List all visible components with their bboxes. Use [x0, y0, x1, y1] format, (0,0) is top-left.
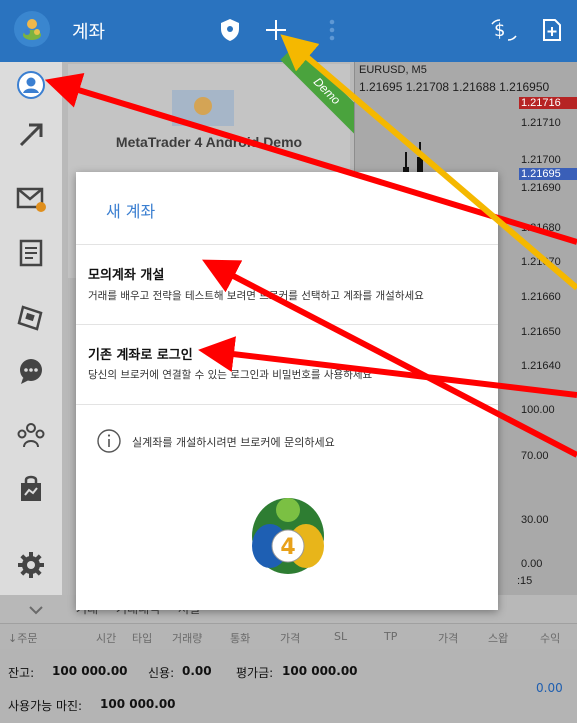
sidebar-item-market[interactable] — [0, 466, 62, 516]
divider — [76, 404, 498, 405]
profit-value: 0.00 — [536, 681, 563, 695]
price-tag: 0.00 — [521, 558, 543, 570]
sidebar-item-account[interactable] — [0, 62, 62, 112]
column-header: 가격 — [280, 632, 301, 645]
equity-label: 평가금: — [236, 666, 274, 680]
balance-label: 잔고: — [8, 666, 35, 680]
trade-table-header: ↓주문 시간 타입 거래량 통화 가격 SL TP 가격 스왑 수익 — [0, 623, 577, 650]
info-icon — [96, 428, 122, 458]
dialog-title: 새 계좌 — [106, 202, 156, 221]
chat-icon — [17, 357, 45, 389]
price-tag: 1.21660 — [521, 291, 561, 303]
column-header: 시간 — [96, 632, 117, 645]
column-header: SL — [334, 630, 348, 643]
price-tag: 1.21640 — [521, 360, 561, 372]
mail-icon — [16, 186, 46, 216]
sidebar-item-mail[interactable] — [0, 176, 62, 226]
column-header: TP — [384, 630, 398, 643]
metatrader-logo-icon: 4 — [248, 490, 328, 582]
option-title: 모의계좌 개설 — [88, 268, 165, 283]
credit-value: 0.00 — [182, 664, 212, 678]
column-header: 거래량 — [172, 632, 203, 645]
credit-label: 신용: — [148, 666, 175, 680]
currency-icon[interactable]: $ — [490, 16, 518, 44]
sidebar-item-trade[interactable] — [0, 112, 62, 162]
option-description: 당신의 브로커에 연결할 수 있는 로그인과 비밀번호를 사용하세요 — [88, 369, 373, 381]
news-icon — [17, 303, 45, 335]
info-text: 실계좌를 개설하시려면 브로커에 문의하세요 — [132, 436, 335, 449]
sidebar-item-community[interactable] — [0, 412, 62, 462]
shield-icon[interactable] — [216, 16, 244, 44]
option-description: 거래를 배우고 전략을 테스트해 보려면 브로커를 선택하고 계좌를 개설하세요 — [88, 290, 424, 302]
collapse-chevron-icon[interactable] — [28, 601, 44, 620]
price-tag: 1.21710 — [521, 117, 561, 129]
column-header: 수익 — [540, 632, 561, 645]
new-account-dialog: 새 계좌 모의계좌 개설 거래를 배우고 전략을 테스트해 보려면 브로커를 선… — [76, 172, 498, 610]
equity-value: 100 000.00 — [282, 664, 358, 678]
sidebar-item-settings[interactable] — [0, 542, 62, 592]
page-title: 계좌 — [72, 22, 106, 43]
market-icon — [18, 475, 44, 507]
login-existing-account-option[interactable]: 기존 계좌로 로그인 당신의 브로커에 연결할 수 있는 로그인과 비밀번호를 … — [76, 325, 498, 403]
price-tag: 1.21716 — [519, 97, 577, 109]
info-note: 실계좌를 개설하시려면 브로커에 문의하세요 — [90, 428, 490, 458]
svg-text:$: $ — [494, 20, 505, 41]
column-header: 스왑 — [488, 632, 509, 645]
option-title: 기존 계좌로 로그인 — [88, 348, 193, 363]
more-vertical-icon[interactable] — [318, 16, 346, 44]
chart-quote: 1.21695 1.21708 1.21688 1.216950 — [359, 80, 550, 94]
column-header: 통화 — [230, 632, 251, 645]
trade-icon — [17, 121, 45, 153]
price-tag: 1.21670 — [521, 256, 561, 268]
price-tag: 100.00 — [521, 404, 555, 416]
account-icon — [16, 70, 46, 104]
sidebar-item-chat[interactable] — [0, 348, 62, 398]
account-summary: 잔고: 100 000.00 신용: 0.00 평가금: 100 000.00 … — [0, 649, 577, 723]
sidebar — [0, 62, 62, 595]
balance-value: 100 000.00 — [52, 664, 128, 678]
chart-symbol: EURUSD, M5 — [359, 64, 427, 76]
price-tag: 70.00 — [521, 450, 549, 462]
plus-icon[interactable] — [262, 16, 290, 44]
app-logo-icon[interactable] — [14, 11, 50, 47]
sidebar-item-news[interactable] — [0, 294, 62, 344]
settings-icon — [17, 551, 45, 583]
community-icon — [16, 421, 46, 453]
price-tag: 1.21680 — [521, 222, 561, 234]
chart-time-label: :15 — [517, 575, 533, 587]
free-margin-value: 100 000.00 — [100, 697, 176, 711]
column-header: 가격 — [438, 632, 459, 645]
price-tag: 1.21650 — [521, 326, 561, 338]
svg-text:4: 4 — [280, 535, 295, 560]
price-tag: 1.21695 — [519, 168, 577, 180]
account-card-name: MetaTrader 4 Android Demo — [115, 134, 303, 150]
free-margin-label: 사용가능 마진: — [8, 699, 83, 713]
account-card-image — [168, 84, 238, 136]
open-demo-account-option[interactable]: 모의계좌 개설 거래를 배우고 전략을 테스트해 보려면 브로커를 선택하고 계… — [76, 245, 498, 323]
export-icon[interactable] — [538, 16, 566, 44]
column-header: 타입 — [132, 632, 153, 645]
price-tag: 1.21690 — [521, 182, 561, 194]
price-tag: 1.21700 — [521, 154, 561, 166]
column-header[interactable]: ↓주문 — [8, 630, 37, 646]
journal-icon — [18, 239, 44, 271]
sidebar-item-journal[interactable] — [0, 230, 62, 280]
price-tag: 30.00 — [521, 514, 549, 526]
